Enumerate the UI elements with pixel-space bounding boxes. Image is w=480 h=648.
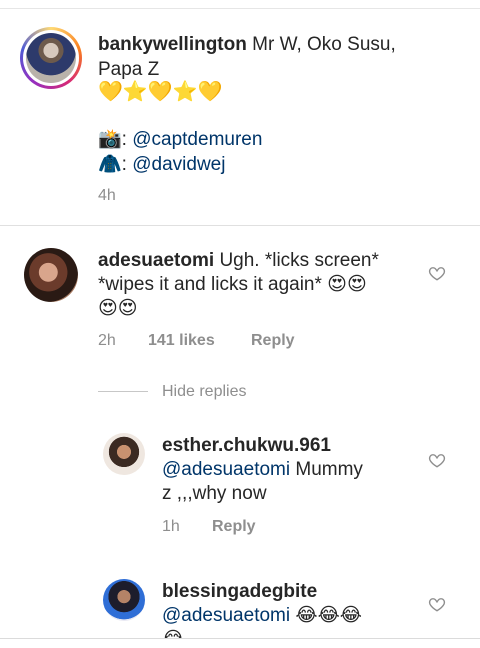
mention-davidwej[interactable]: @davidwej	[132, 154, 225, 175]
caption-avatar-ring[interactable]	[20, 27, 82, 89]
comment-username[interactable]: adesuaetomi	[98, 250, 214, 271]
top-divider	[0, 8, 480, 9]
comment-text-line1: adesuaetomi Ugh. *licks screen*	[98, 249, 379, 273]
caption-text-line2: Papa Z	[98, 59, 160, 80]
caption-text-line1: Mr W, Oko Susu,	[252, 34, 396, 55]
hide-replies-line	[98, 391, 148, 392]
caption-avatar[interactable]	[26, 33, 76, 83]
reply-avatar-blessing[interactable]	[103, 579, 145, 621]
hide-replies-button[interactable]: Hide replies	[162, 382, 246, 402]
comment-reply-button[interactable]: Reply	[251, 331, 295, 351]
reply-1-time: 1h	[162, 518, 180, 535]
caption-emoji-line: 💛⭐💛⭐💛	[98, 81, 223, 103]
caption-divider	[0, 225, 480, 226]
comment-body-line2: *wipes it and licks it again* 😍😍	[98, 274, 367, 295]
caption-username[interactable]: bankywellington	[98, 34, 247, 55]
mention-captdemuren[interactable]: @captdemuren	[132, 129, 262, 150]
reply-1-line2: z ,,,why now	[162, 483, 267, 504]
heart-outline-icon[interactable]	[428, 264, 446, 282]
reply-2-line1: @adesuaetomi 😂😂😂	[162, 605, 362, 626]
mention-adesuaetomi[interactable]: @adesuaetomi	[162, 459, 290, 480]
comment-time: 2h	[98, 332, 116, 349]
comment-body-line3: 😍😍	[98, 298, 138, 319]
mention-adesuaetomi[interactable]: @adesuaetomi	[162, 605, 290, 626]
coat-icon: 🧥	[98, 154, 122, 175]
reply-1-line1: @adesuaetomi Mummy	[162, 459, 363, 480]
caption-credit-2: 🧥: @davidwej	[98, 154, 226, 175]
comment-likes[interactable]: 141 likes	[148, 331, 215, 351]
reply-avatar-esther[interactable]	[103, 433, 145, 475]
reply-2-username: blessingadegbite	[162, 581, 318, 602]
comment-avatar-adesuaetomi[interactable]	[24, 248, 78, 302]
heart-outline-icon[interactable]	[428, 451, 446, 469]
heart-outline-icon[interactable]	[428, 595, 446, 613]
reply-1-username: esther.chukwu.961	[162, 435, 331, 456]
comment-body-line1: Ugh. *licks screen*	[219, 250, 379, 271]
reply-1-reply-button[interactable]: Reply	[212, 517, 256, 537]
camera-icon: 📸	[98, 129, 122, 150]
caption-time: 4h	[98, 187, 116, 204]
caption-credit-1: 📸: @captdemuren	[98, 129, 263, 150]
bottom-divider	[0, 638, 480, 639]
caption-text: bankywellington Mr W, Oko Susu,	[98, 33, 468, 57]
reply-2-overflow-emoji: 😂	[162, 628, 184, 638]
